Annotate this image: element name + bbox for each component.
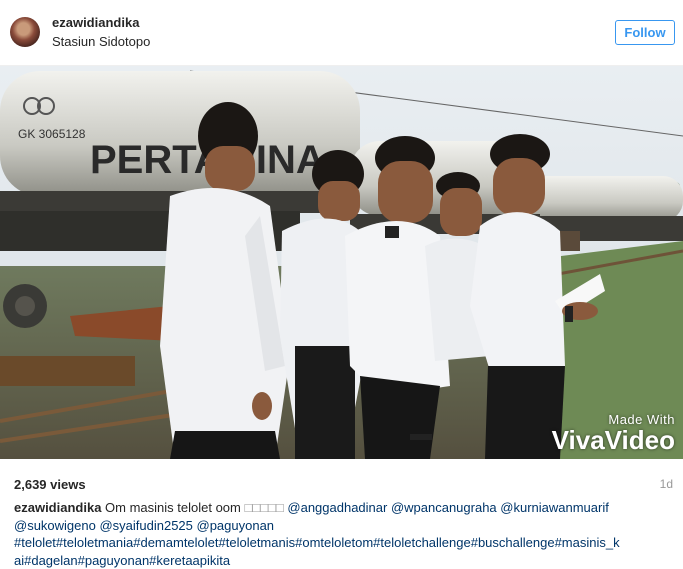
location[interactable]: Stasiun Sidotopo: [52, 34, 150, 49]
caption-username[interactable]: ezawidiandika: [14, 500, 101, 515]
post-header: ezawidiandika Stasiun Sidotopo Follow: [0, 0, 683, 66]
caption-text: Om masinis telolet oom: [105, 500, 241, 515]
username[interactable]: ezawidiandika: [52, 15, 139, 30]
caption-mentions-1[interactable]: @anggadhadinar @wpancanugraha @kurniawan…: [287, 500, 608, 515]
follow-button[interactable]: Follow: [615, 20, 675, 45]
watermark-line-2: VivaVideo: [551, 425, 675, 455]
post-media[interactable]: GK 3065128 PERTAMINA: [0, 66, 683, 459]
view-count: 2,639 views: [14, 477, 86, 492]
caption-mentions-2[interactable]: @sukowigeno @syaifudin2525 @paguyonan: [14, 518, 274, 533]
post-caption: ezawidiandika Om masinis telolet oom □□□…: [14, 499, 676, 569]
train-station-scene: GK 3065128 PERTAMINA: [0, 66, 683, 459]
post-time[interactable]: 1d: [660, 477, 673, 491]
avatar[interactable]: [10, 17, 40, 47]
caption-hashtags-2[interactable]: ai#dagelan#paguyonan#keretaapikita: [14, 553, 230, 568]
car-number: GK 3065128: [18, 127, 86, 141]
caption-emoji: □□□□□: [244, 500, 284, 515]
caption-hashtags-1[interactable]: #telolet#teloletmania#demamtelolet#telol…: [14, 535, 620, 550]
vivavideo-watermark: Made With VivaVideo: [552, 412, 675, 453]
